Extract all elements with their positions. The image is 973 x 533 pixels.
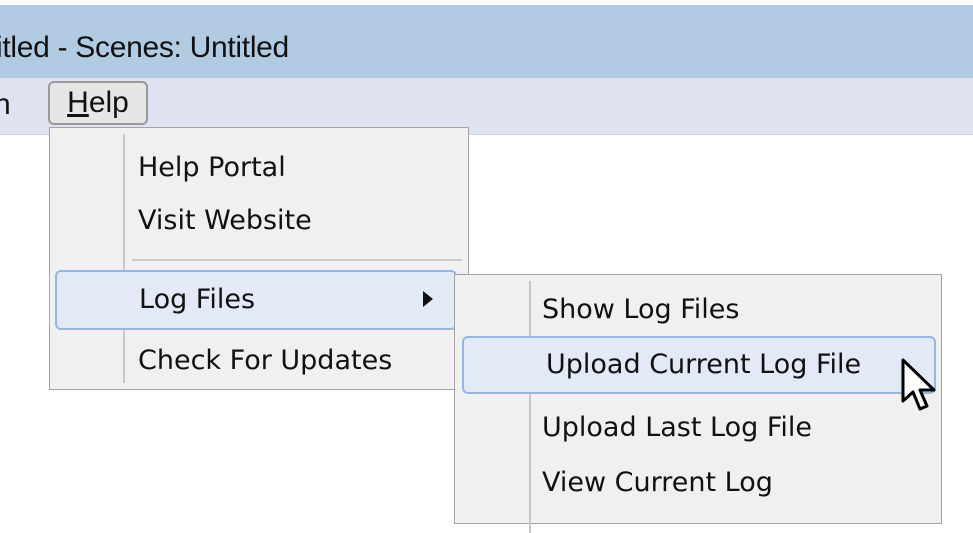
menu-gutter [529,281,531,533]
title-bar: itled - Scenes: Untitled [0,5,973,78]
menu-item-label: Upload Last Log File [542,412,812,443]
mouse-cursor-icon [901,358,936,411]
menu-item-label: Log Files [139,284,256,315]
menu-item-label: View Current Log [542,467,773,498]
menu-item-check-for-updates[interactable]: Check For Updates [138,336,392,386]
menu-item-upload-current-log-file[interactable]: Upload Current Log File [462,336,936,394]
menu-item-label: Show Log Files [542,294,740,325]
help-label: elp [88,86,129,119]
menu-item-partial[interactable]: n [0,88,11,122]
help-dropdown: Help Portal Visit Website Log Files Chec… [49,127,469,390]
menu-help[interactable]: Help [48,81,148,125]
menu-separator [132,259,462,261]
log-files-submenu: Show Log Files Upload Current Log File U… [454,274,942,533]
menu-item-help-portal[interactable]: Help Portal [138,143,286,193]
menu-item-view-current-log[interactable]: View Current Log [542,458,773,508]
menu-item-label: Help Portal [138,152,286,183]
menu-item-upload-last-log-file[interactable]: Upload Last Log File [542,403,812,453]
menu-item-visit-website[interactable]: Visit Website [138,196,312,246]
submenu-arrow-icon [423,291,433,307]
menu-item-label: Check For Updates [138,345,393,376]
menu-item-log-files[interactable]: Log Files [55,270,457,330]
menu-item-label: Visit Website [138,205,312,236]
menu-item-show-log-files[interactable]: Show Log Files [542,285,740,335]
menu-gutter [123,134,125,383]
window-title: itled - Scenes: Untitled [0,31,289,64]
menu-item-label: Upload Current Log File [546,349,862,380]
help-mnemonic: H [67,86,89,119]
